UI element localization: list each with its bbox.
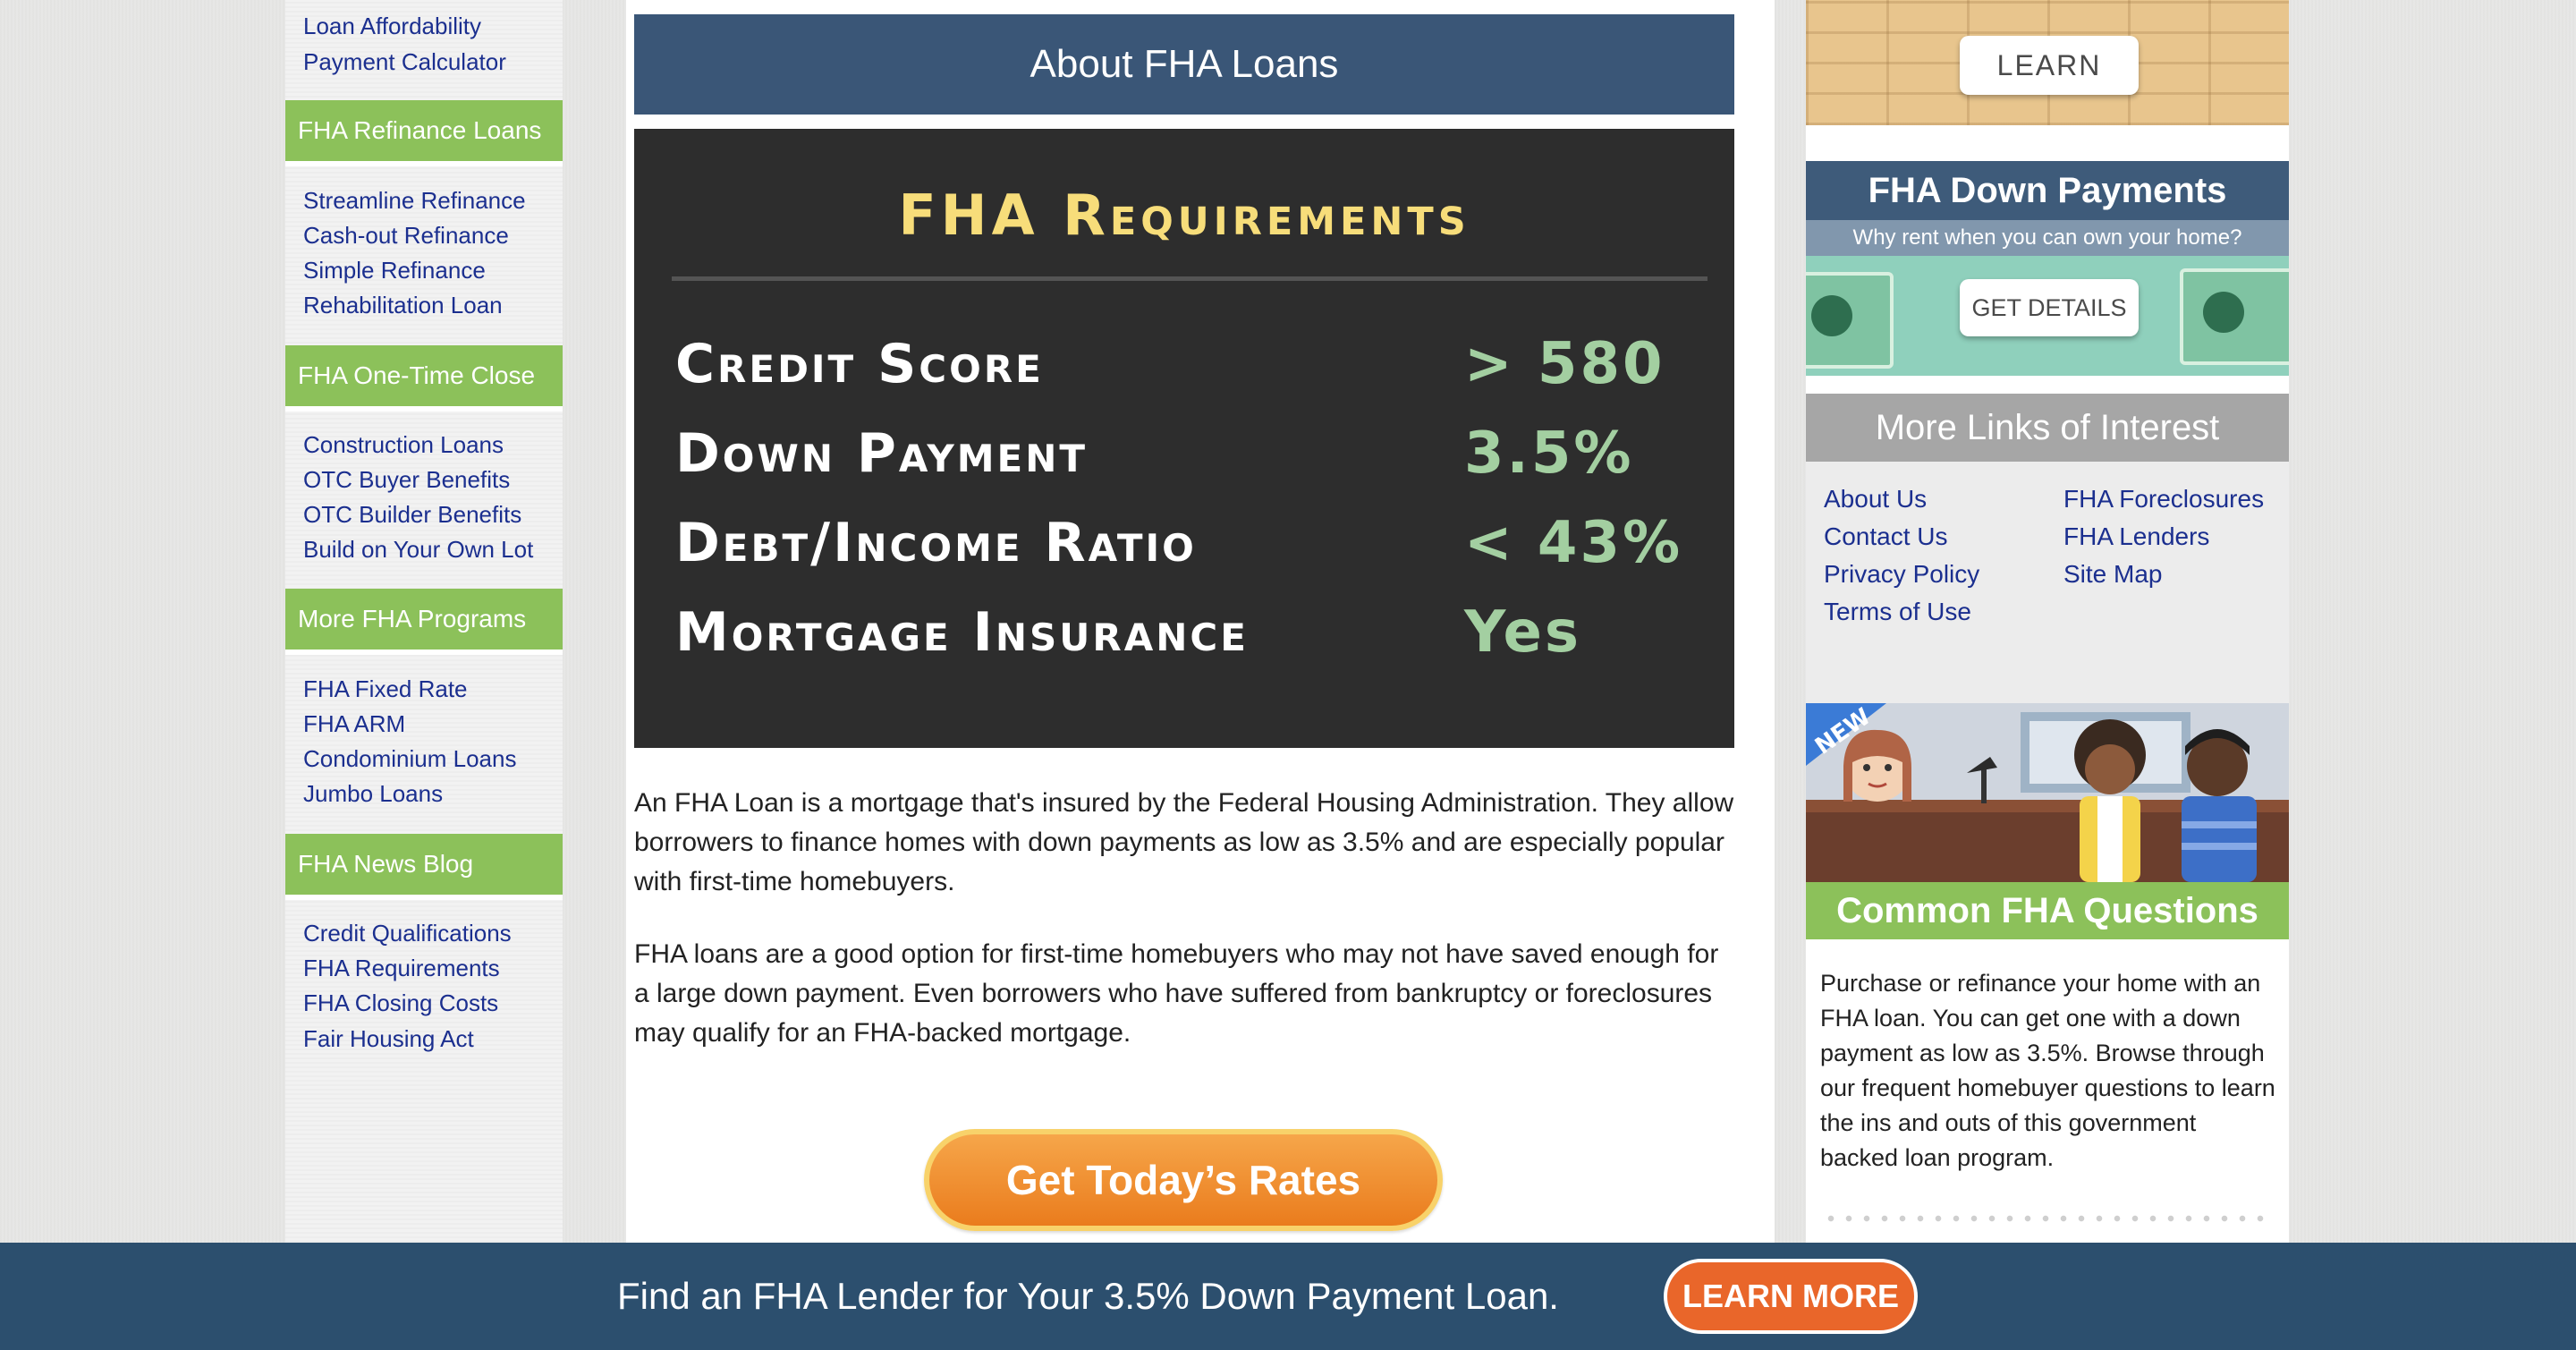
get-details-button[interactable]: GET DETAILS (1960, 279, 2139, 336)
sidebar-section-one-time-close[interactable]: FHA One-Time Close (285, 345, 563, 412)
sidebar-link-jumbo-loans[interactable]: Jumbo Loans (303, 782, 443, 805)
sidebar-link-credit-qualifications[interactable]: Credit Qualifications (303, 921, 512, 945)
sidebar-link-otc-buyer-benefits[interactable]: OTC Buyer Benefits (303, 468, 510, 491)
learn-promo-banner[interactable]: LEARN (1806, 0, 2289, 125)
link-privacy-policy[interactable]: Privacy Policy (1824, 560, 1979, 589)
requirements-divider (672, 276, 1707, 281)
sidebar-section-refinance[interactable]: FHA Refinance Loans (285, 100, 563, 166)
lender-banner: Find an FHA Lender for Your 3.5% Down Pa… (0, 1243, 2576, 1350)
lender-banner-text: Find an FHA Lender for Your 3.5% Down Pa… (617, 1275, 1559, 1317)
requirement-value-mortgage-insurance: Yes (1464, 599, 1581, 666)
down-payments-title: FHA Down Payments (1806, 161, 2289, 220)
requirements-title: FHA Requirements (898, 183, 1470, 248)
sidebar-link-construction-loans[interactable]: Construction Loans (303, 433, 504, 456)
sidebar-link-fha-requirements[interactable]: FHA Requirements (303, 956, 500, 980)
link-terms-of-use[interactable]: Terms of Use (1824, 598, 1971, 626)
get-rates-button[interactable]: Get Today’s Rates (924, 1129, 1443, 1231)
common-questions-text: Purchase or refinance your home with an … (1820, 970, 2275, 1171)
requirement-value-credit-score: > 580 (1464, 331, 1665, 397)
sidebar-link-fha-closing-costs[interactable]: FHA Closing Costs (303, 991, 498, 1015)
sidebar-link-streamline-refinance[interactable]: Streamline Refinance (303, 189, 526, 212)
sidebar-link-payment-calculator[interactable]: Payment Calculator (303, 50, 506, 73)
sidebar-link-fha-arm[interactable]: FHA ARM (303, 712, 405, 735)
left-sidebar: Loan Affordability Payment Calculator FH… (285, 0, 563, 1350)
link-contact-us[interactable]: Contact Us (1824, 522, 1948, 551)
sidebar-link-cashout-refinance[interactable]: Cash-out Refinance (303, 224, 509, 247)
money-bill-left-icon (1806, 272, 1894, 369)
more-links-title: More Links of Interest (1806, 394, 2289, 462)
options-paragraph: FHA loans are a good option for first-ti… (634, 939, 1719, 1048)
link-fha-lenders[interactable]: FHA Lenders (2063, 522, 2209, 551)
link-about-us[interactable]: About Us (1824, 485, 1927, 514)
money-bill-right-icon (2180, 268, 2289, 365)
requirement-value-debt-income: < 43% (1464, 510, 1683, 576)
sidebar-link-build-own-lot[interactable]: Build on Your Own Lot (303, 538, 533, 561)
sidebar-link-fha-fixed-rate[interactable]: FHA Fixed Rate (303, 677, 468, 700)
right-sidebar: LEARN FHA Down Payments Why rent when yo… (1806, 0, 2289, 1350)
learn-more-button[interactable]: LEARN MORE (1664, 1259, 1918, 1334)
sidebar-section-news-blog[interactable]: FHA News Blog (285, 834, 563, 900)
requirement-label-down-payment: Down Payment (675, 422, 1089, 485)
page-title: About FHA Loans (634, 14, 1734, 115)
down-payments-promo[interactable]: FHA Down Payments Why rent when you can … (1806, 161, 2289, 376)
main-content: About FHA Loans FHA Requirements Credit … (626, 0, 1775, 1350)
link-fha-foreclosures[interactable]: FHA Foreclosures (2063, 485, 2264, 514)
sidebar-link-otc-builder-benefits[interactable]: OTC Builder Benefits (303, 503, 521, 526)
requirement-label-mortgage-insurance: Mortgage Insurance (675, 601, 1249, 664)
more-links-list: About Us Contact Us Privacy Policy Terms… (1806, 462, 2289, 703)
intro-paragraph: An FHA Loan is a mortgage that's insured… (634, 788, 1734, 896)
sidebar-link-loan-affordability[interactable]: Loan Affordability (303, 14, 481, 38)
sidebar-link-condominium-loans[interactable]: Condominium Loans (303, 747, 516, 770)
down-payments-subtitle: Why rent when you can own your home? (1806, 220, 2289, 256)
sidebar-link-fair-housing-act[interactable]: Fair Housing Act (303, 1027, 474, 1050)
common-questions-title[interactable]: Common FHA Questions (1806, 882, 2289, 939)
questions-illustration[interactable]: NEW (1806, 703, 2289, 882)
sidebar-link-rehabilitation-loan[interactable]: Rehabilitation Loan (303, 293, 503, 317)
link-site-map[interactable]: Site Map (2063, 560, 2163, 589)
requirement-value-down-payment: 3.5% (1464, 420, 1634, 487)
office-scene-illustration: NEW (1806, 703, 2289, 882)
dotted-divider (1822, 1215, 2269, 1222)
sidebar-link-simple-refinance[interactable]: Simple Refinance (303, 259, 486, 282)
requirement-label-credit-score: Credit Score (675, 333, 1044, 395)
learn-button[interactable]: LEARN (1960, 36, 2139, 95)
sidebar-section-more-programs[interactable]: More FHA Programs (285, 589, 563, 655)
requirements-infographic: FHA Requirements Credit Score > 580 Down… (634, 129, 1734, 748)
requirement-label-debt-income: Debt/Income Ratio (675, 512, 1197, 574)
